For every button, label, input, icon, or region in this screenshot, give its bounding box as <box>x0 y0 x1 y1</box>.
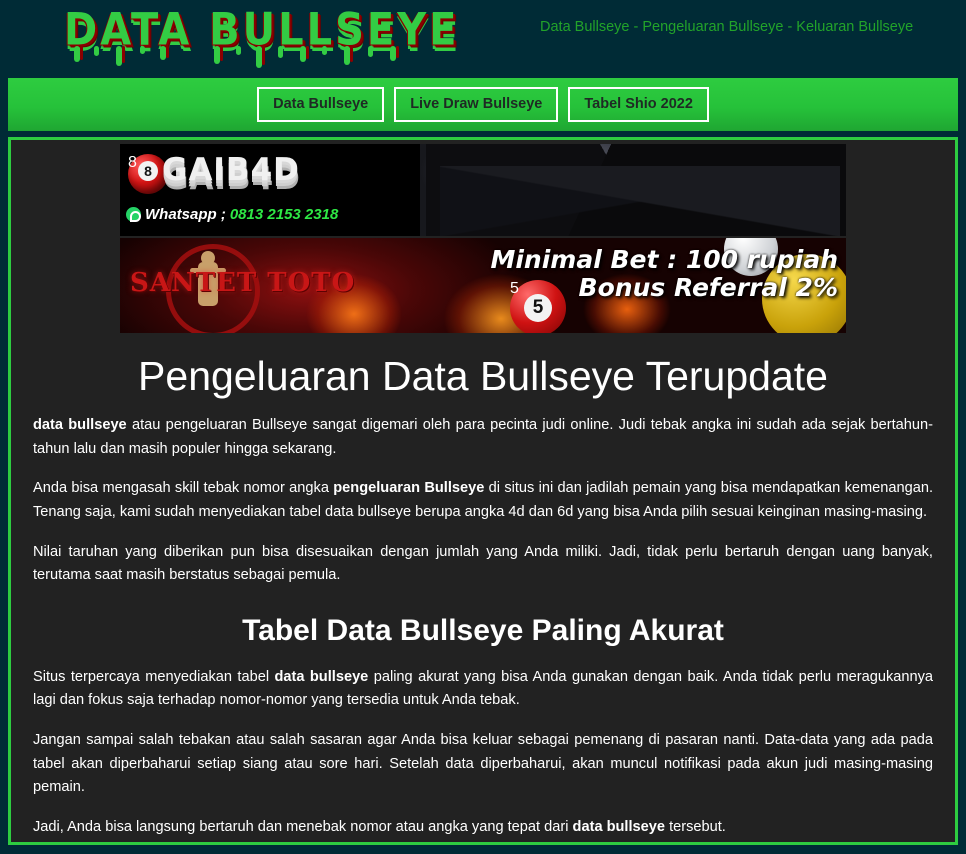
paragraph-1-bold: data bullseye <box>33 417 127 433</box>
nav-item-live-draw-bullseye[interactable]: Live Draw Bullseye <box>394 87 559 122</box>
main-navigation: Data Bullseye Live Draw Bullseye Tabel S… <box>8 78 958 131</box>
site-tagline: Data Bullseye - Pengeluaran Bullseye - K… <box>540 19 914 35</box>
paragraph-2: Anda bisa mengasah skill tebak nomor ang… <box>33 477 933 524</box>
paragraph-6-post: tersebut. <box>665 819 726 836</box>
banner-santet-line2: Bonus Referral 2% <box>578 273 838 302</box>
content-inner: 8 GAIB4D Whatsapp ; 0813 2153 2318 SANTE… <box>11 140 955 842</box>
content-panel: 8 GAIB4D Whatsapp ; 0813 2153 2318 SANTE… <box>8 137 958 845</box>
banner-santet-brand: SANTET TOTO <box>130 268 356 298</box>
paragraph-3: Nilai taruhan yang diberikan pun bisa di… <box>33 543 933 584</box>
mountain-peaks-art <box>440 166 840 236</box>
banner-santet-text: Minimal Bet : 100 rupiah Bonus Referral … <box>490 246 838 302</box>
banner-santet-line1: Minimal Bet : 100 rupiah <box>490 245 838 274</box>
whatsapp-icon <box>126 207 141 222</box>
page-title: Pengeluaran Data Bullseye Terupdate <box>138 353 828 399</box>
paragraph-1: data bullseye atau pengeluaran Bullseye … <box>33 414 933 461</box>
paragraph-6-pre: Jadi, Anda bisa langsung bertaruh dan me… <box>33 819 573 836</box>
paragraph-5: Jangan sampai salah tebakan atau salah s… <box>33 732 933 796</box>
site-header: DATA BULLSEYE Data Bullseye - Pengeluara… <box>0 0 966 78</box>
banner-stack: 8 GAIB4D Whatsapp ; 0813 2153 2318 SANTE… <box>33 140 933 333</box>
paragraph-2-bold: pengeluaran Bullseye <box>333 480 485 497</box>
section-subtitle: Tabel Data Bullseye Paling Akurat <box>242 613 724 647</box>
paragraph-1-rest: atau pengeluaran Bullseye sangat digemar… <box>33 417 933 457</box>
paragraph-4-pre: Situs terpercaya menyediakan tabel <box>33 668 275 685</box>
paragraph-6: Jadi, Anda bisa langsung bertaruh dan me… <box>33 816 933 840</box>
banner-santet-toto[interactable]: SANTET TOTO 5 Minimal Bet : 100 rupiah B… <box>120 238 846 333</box>
whatsapp-number: 0813 2153 2318 <box>229 206 339 223</box>
paragraph-4-bold: data bullseye <box>274 668 369 685</box>
nav-item-data-bullseye[interactable]: Data Bullseye <box>257 87 385 122</box>
paragraph-4: Situs terpercaya menyediakan tabel data … <box>33 666 933 713</box>
banner-gaib4d[interactable]: 8 GAIB4D Whatsapp ; 0813 2153 2318 <box>120 144 846 236</box>
site-logo[interactable]: DATA BULLSEYE <box>64 4 459 56</box>
banner-gaib4d-brand: GAIB4D <box>162 152 300 188</box>
paragraph-2-pre: Anda bisa mengasah skill tebak nomor ang… <box>33 480 334 497</box>
whatsapp-label: Whatsapp ; <box>145 206 226 223</box>
whatsapp-contact[interactable]: Whatsapp ; 0813 2153 2318 <box>126 206 338 223</box>
nav-item-tabel-shio-2022[interactable]: Tabel Shio 2022 <box>568 87 709 122</box>
paragraph-6-bold: data bullseye <box>572 819 666 836</box>
